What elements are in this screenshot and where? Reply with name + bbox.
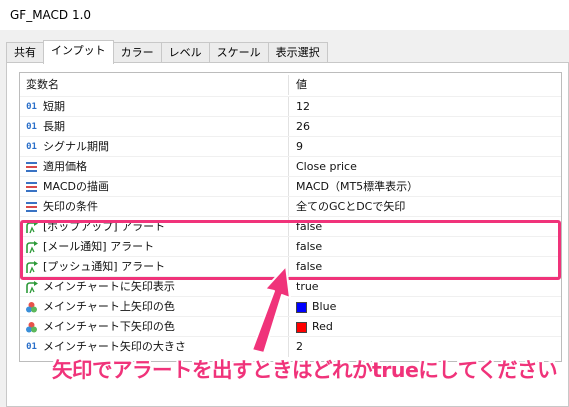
variable-name-cell: 01 長期 xyxy=(20,117,289,137)
variable-name-label: 長期 xyxy=(43,120,65,133)
variable-name-cell: 矢印の条件 xyxy=(20,197,289,217)
table-row[interactable]: 適用価格 Close price xyxy=(20,156,561,177)
tab-bar: 共有 インプット カラー レベル スケール 表示選択 xyxy=(6,40,328,64)
tab-common[interactable]: 共有 xyxy=(6,42,44,63)
table-row[interactable]: 01 シグナル期間 9 xyxy=(20,136,561,157)
variable-name-label: 適用価格 xyxy=(43,160,87,173)
color-icon xyxy=(24,320,39,334)
column-header-value[interactable]: 値 xyxy=(289,75,561,95)
value-cell[interactable]: 全てのGCとDCで矢印 xyxy=(289,197,561,217)
table-row[interactable]: MACDの描画 MACD（MT5標準表示） xyxy=(20,176,561,197)
alert-rows-highlight-box xyxy=(20,220,561,280)
value-label: Red xyxy=(312,320,333,333)
integer-icon: 01 xyxy=(26,142,37,152)
tab-visualization[interactable]: 表示選択 xyxy=(267,42,328,63)
bool-icon xyxy=(24,280,39,294)
value-label: 26 xyxy=(296,120,310,133)
variable-name-cell: メインチャートに矢印表示 xyxy=(20,277,289,297)
integer-icon: 01 xyxy=(26,122,37,132)
inputs-grid: 変数名 値 01 短期 12 01 長期 26 01 シグナル期間 9 適用価格 Close pri… xyxy=(19,72,562,362)
variable-name-cell: MACDの描画 xyxy=(20,177,289,197)
value-cell[interactable]: Blue xyxy=(289,297,561,317)
color-icon xyxy=(24,300,39,314)
value-cell[interactable]: Red xyxy=(289,317,561,337)
value-label: 全てのGCとDCで矢印 xyxy=(296,200,406,213)
value-label: Close price xyxy=(296,160,357,173)
variable-name-label: メインチャート下矢印の色 xyxy=(43,320,175,333)
title-bar: GF_MACD 1.0 xyxy=(0,0,569,30)
tab-scale[interactable]: スケール xyxy=(208,42,269,63)
value-label: 12 xyxy=(296,100,310,113)
table-row[interactable]: 01 長期 26 xyxy=(20,116,561,137)
enum-icon xyxy=(24,180,39,194)
table-row[interactable]: 矢印の条件 全てのGCとDCで矢印 xyxy=(20,196,561,217)
tab-inputs[interactable]: インプット xyxy=(43,40,114,64)
callout-text: 矢印でアラートを出すときはどれかtrueにしてください xyxy=(52,358,558,382)
value-cell[interactable]: Close price xyxy=(289,157,561,177)
integer-icon: 01 xyxy=(26,342,37,352)
table-row[interactable]: メインチャート下矢印の色 Red xyxy=(20,316,561,337)
grid-header: 変数名 値 xyxy=(20,75,561,95)
variable-name-label: 短期 xyxy=(43,100,65,113)
table-row[interactable]: 01 短期 12 xyxy=(20,96,561,117)
variable-name-cell: 適用価格 xyxy=(20,157,289,177)
variable-name-cell: メインチャート上矢印の色 xyxy=(20,297,289,317)
value-cell[interactable]: 26 xyxy=(289,117,561,137)
variable-name-label: シグナル期間 xyxy=(43,140,109,153)
variable-name-cell: 01 短期 xyxy=(20,97,289,117)
value-label: MACD（MT5標準表示） xyxy=(296,180,419,193)
value-cell[interactable]: MACD（MT5標準表示） xyxy=(289,177,561,197)
integer-icon: 01 xyxy=(26,102,37,112)
variable-name-cell: 01 シグナル期間 xyxy=(20,137,289,157)
variable-name-label: 矢印の条件 xyxy=(43,200,98,213)
variable-name-label: メインチャート上矢印の色 xyxy=(43,300,175,313)
variable-name-label: メインチャートに矢印表示 xyxy=(43,280,175,293)
tab-levels[interactable]: レベル xyxy=(160,42,210,63)
window-title: GF_MACD 1.0 xyxy=(10,8,92,22)
variable-name-label: MACDの描画 xyxy=(43,180,109,193)
variable-name-cell: メインチャート下矢印の色 xyxy=(20,317,289,337)
color-swatch xyxy=(296,321,307,333)
column-header-variable[interactable]: 変数名 xyxy=(20,75,289,95)
table-row[interactable]: メインチャート上矢印の色 Blue xyxy=(20,296,561,317)
value-label: 9 xyxy=(296,140,303,153)
value-label: Blue xyxy=(312,300,337,313)
value-cell[interactable]: true xyxy=(289,277,561,297)
enum-icon xyxy=(24,200,39,214)
value-cell[interactable]: 9 xyxy=(289,137,561,157)
tab-colors[interactable]: カラー xyxy=(112,42,162,63)
color-swatch xyxy=(296,301,307,313)
value-label: true xyxy=(296,280,319,293)
value-cell[interactable]: 12 xyxy=(289,97,561,117)
enum-icon xyxy=(24,160,39,174)
